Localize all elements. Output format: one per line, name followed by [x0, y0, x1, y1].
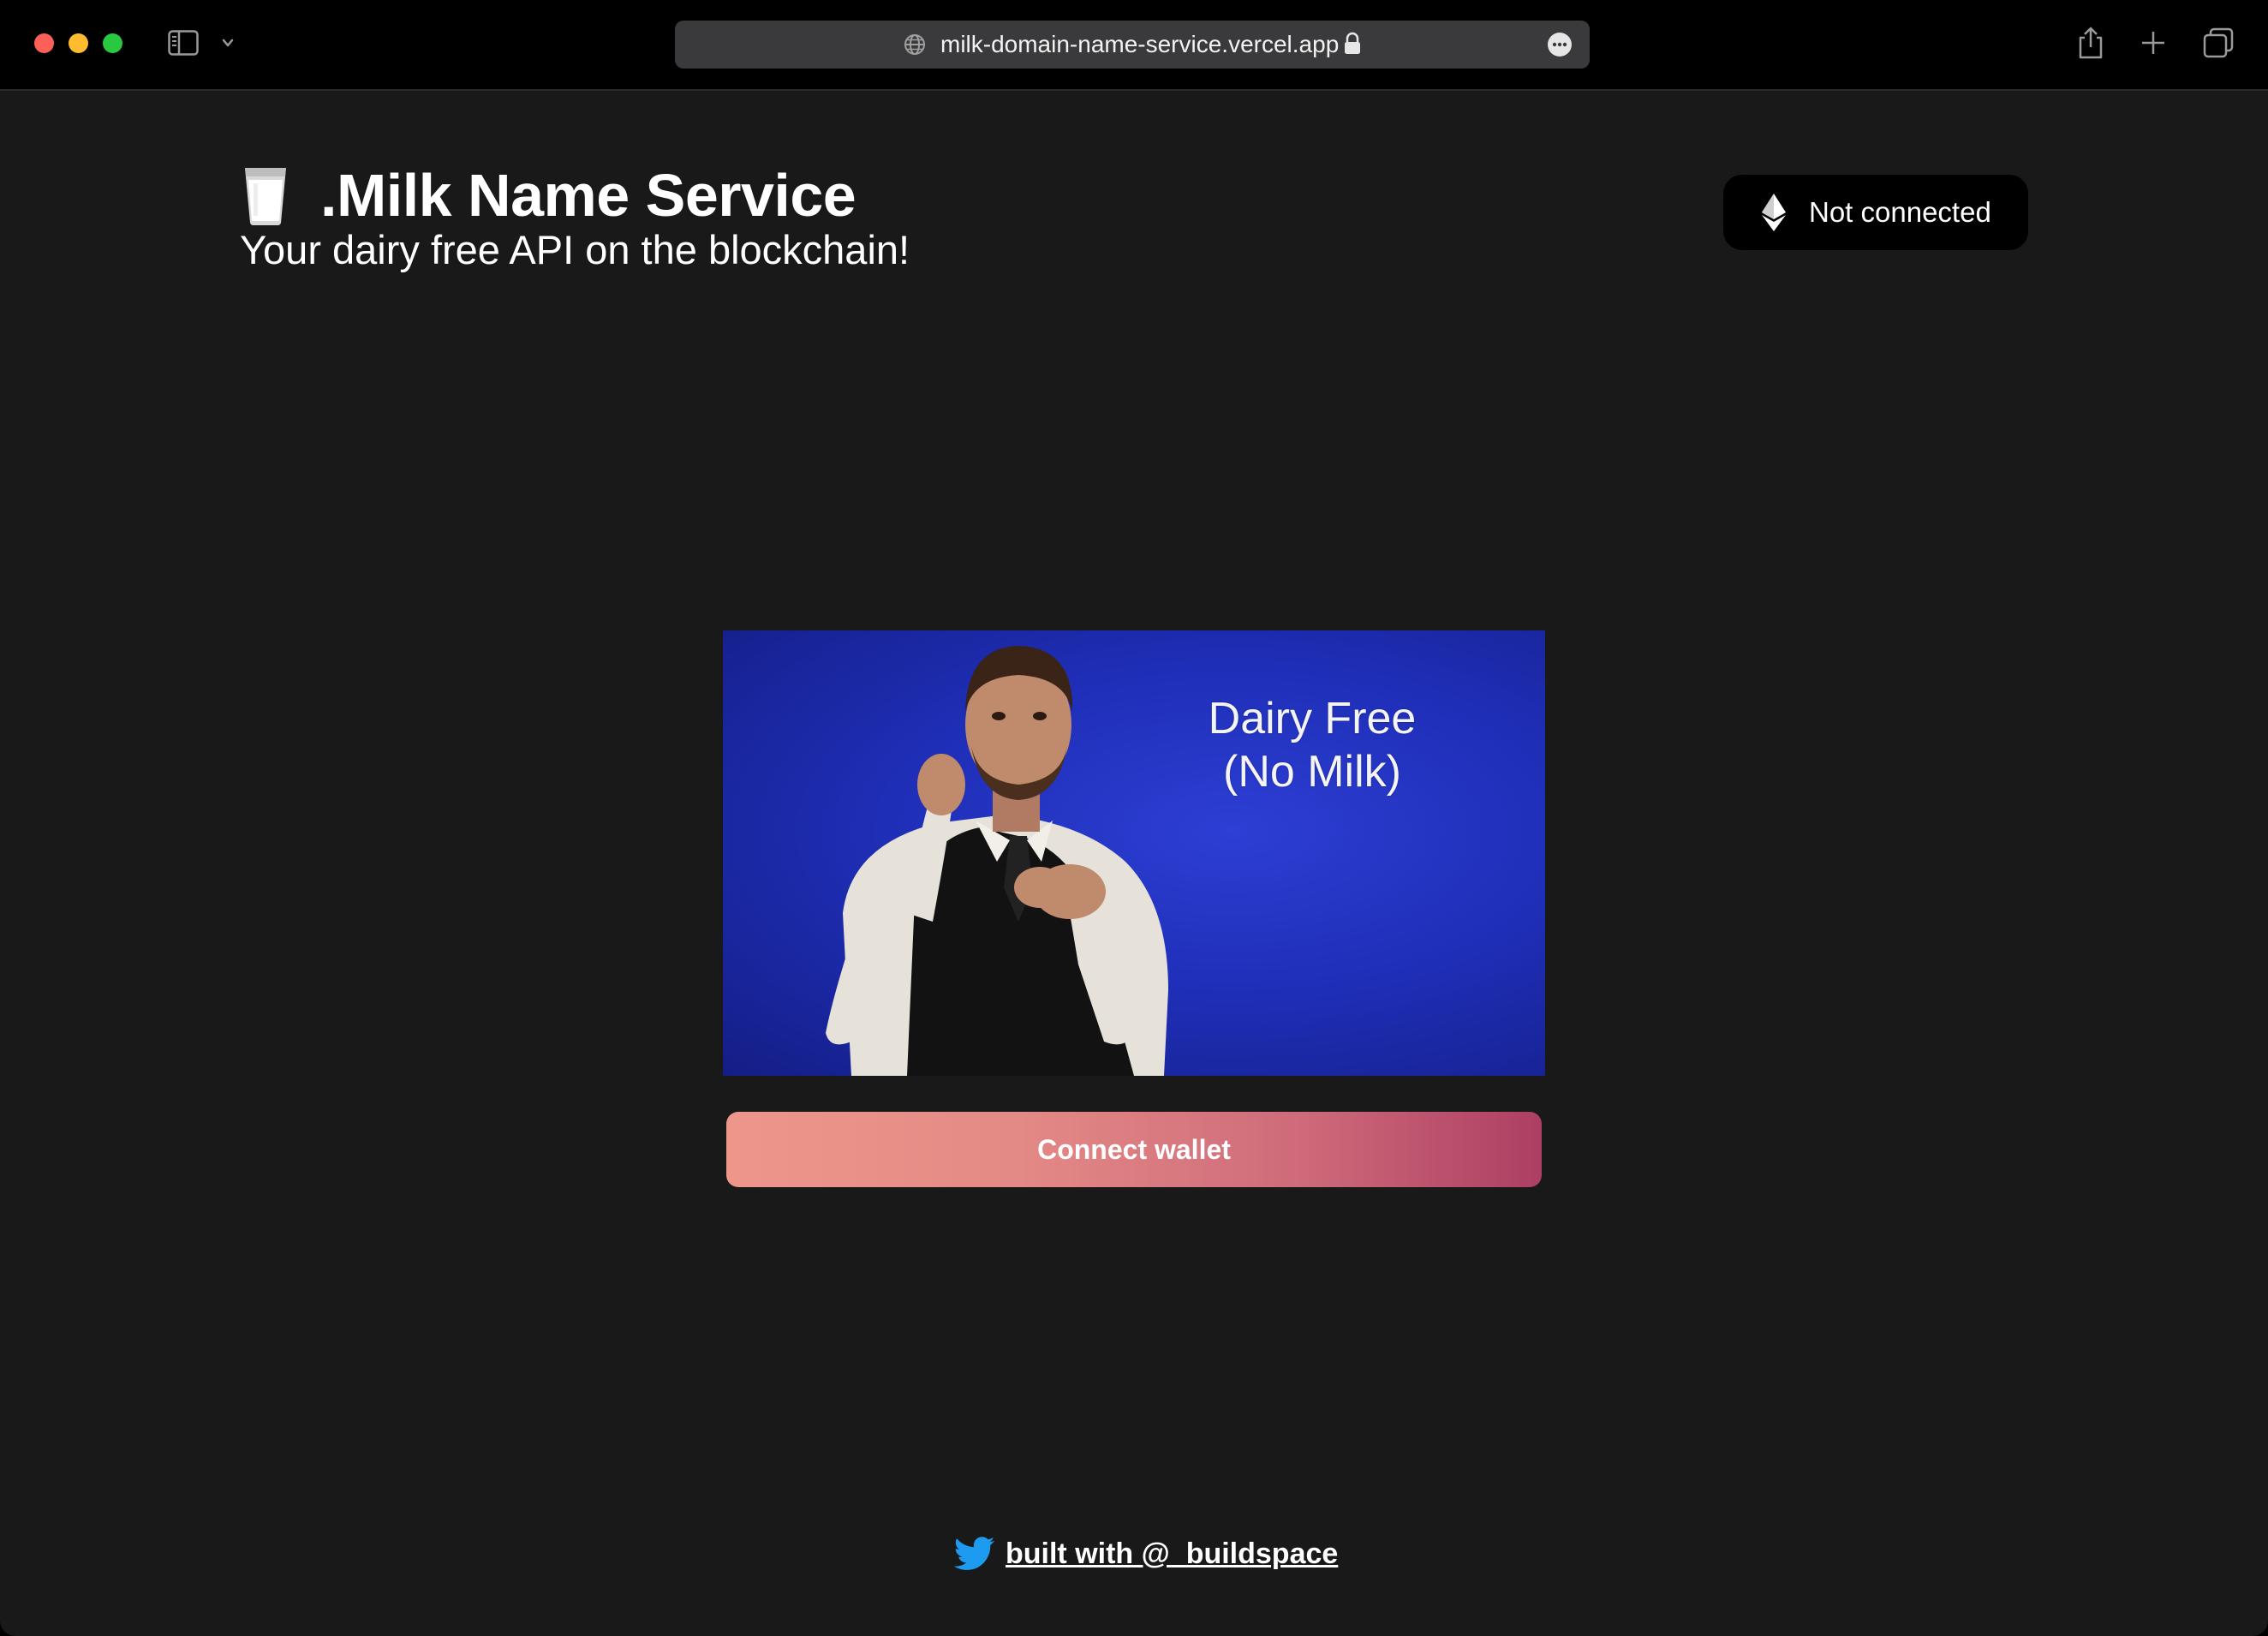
minimize-window-button[interactable] [69, 33, 88, 53]
dairy-free-gif: Dairy Free (No Milk) [723, 630, 1545, 1076]
buildspace-link[interactable]: built with @_buildspace [1006, 1537, 1338, 1571]
share-icon[interactable] [2076, 26, 2105, 60]
new-tab-icon[interactable] [2140, 29, 2167, 57]
ethereum-icon [1762, 194, 1786, 231]
footer: built with @_buildspace [954, 1530, 1338, 1578]
sidebar-toggle-icon[interactable] [168, 30, 199, 56]
url-text: milk-domain-name-service.vercel.app [940, 31, 1340, 57]
gif-caption-line-1: Dairy Free [1208, 694, 1417, 743]
globe-icon [904, 34, 925, 55]
gif-caption-line-2: (No Milk) [1223, 747, 1401, 797]
browser-window: milk-domain-name-service.vercel.app .Mil… [0, 0, 2268, 1636]
milk-glass-icon [245, 168, 286, 226]
tab-overview-icon[interactable] [2203, 27, 2234, 58]
chevron-down-icon[interactable] [221, 36, 235, 50]
page-title-text: .Milk Name Service [320, 162, 856, 229]
zoom-window-button[interactable] [103, 33, 122, 53]
page-title: .Milk Name Service [240, 152, 856, 238]
connect-wallet-button[interactable]: Connect wallet [726, 1112, 1542, 1187]
browser-toolbar: milk-domain-name-service.vercel.app [0, 0, 2268, 91]
page-subtitle: Your dairy free API on the blockchain! [240, 227, 910, 272]
lock-icon [1345, 32, 1360, 54]
address-bar[interactable]: milk-domain-name-service.vercel.app [675, 21, 1590, 69]
close-window-button[interactable] [34, 33, 54, 53]
wallet-status-badge[interactable]: Not connected [1723, 175, 2028, 250]
twitter-icon [954, 1537, 994, 1570]
more-options-icon[interactable] [1547, 32, 1573, 57]
sign-language-person-illustration [826, 646, 1168, 1076]
wallet-status-text: Not connected [1809, 196, 1991, 228]
gif-caption: Dairy Free (No Milk) [1203, 692, 1422, 798]
